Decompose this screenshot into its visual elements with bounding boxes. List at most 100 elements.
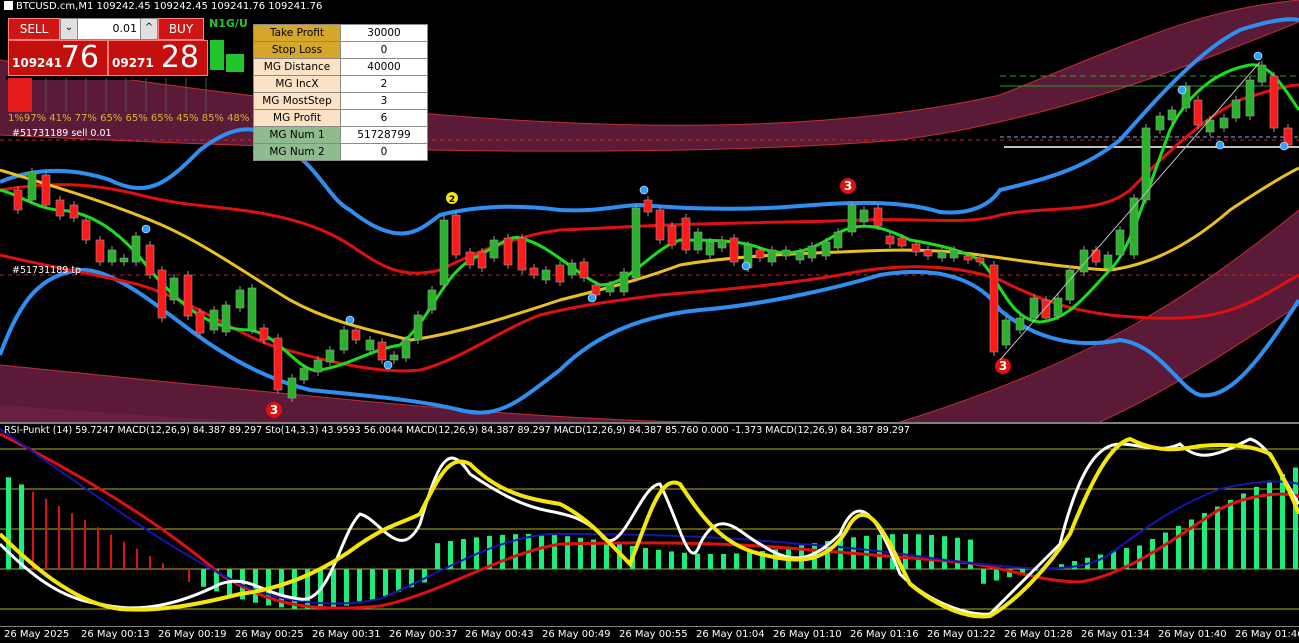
param-value[interactable]: 30000 [340,24,428,42]
candle-body [477,251,487,269]
signal-marker-label: 3 [270,403,278,417]
candle-body [1103,254,1113,269]
histogram-bar [539,534,544,569]
histogram-bar [383,569,388,597]
histogram-bar [565,536,570,569]
histogram-bar [669,551,674,569]
histogram-bar [370,569,375,600]
candle-body [1257,64,1267,83]
histogram-bar [1072,561,1077,569]
candle-body [885,235,895,245]
candle-body [529,267,539,276]
param-row: MG Profit 6 [253,109,428,127]
candle-body [767,249,777,263]
stochastic-signal-line [0,436,1299,619]
ea-parameters-table: Take Profit 30000 Stop Loss 0 MG Distance 400… [253,24,428,161]
candle-body [605,284,615,293]
candle-body [643,199,653,213]
candle-body [755,249,765,259]
histogram-bar [552,535,557,569]
param-key: MG IncX [253,75,341,93]
candle-body [989,264,999,353]
indicator-subwindow[interactable] [0,424,1299,626]
histogram-bar [344,569,349,606]
candle-body [427,289,437,311]
histogram-bar [1228,500,1233,569]
time-axis-label: 26 May 01:16 [850,629,919,640]
candle-body [1167,109,1177,121]
histogram-bar [110,534,112,569]
param-key: MG Distance [253,58,341,76]
histogram-bar [45,498,47,569]
candle-body [439,219,449,286]
histogram-bar [942,536,947,569]
candle-body [221,304,231,333]
param-value[interactable]: 0 [340,41,428,59]
candle-body [807,245,817,259]
histogram-bar [1163,532,1168,569]
param-key: Stop Loss [253,41,341,59]
candle-body [55,199,65,217]
lot-decrease-button[interactable]: ⌄ [61,19,78,39]
histogram-bar [500,534,505,569]
candle-body [81,219,91,241]
symbol-quote: BTCUSD.cm,M1 109242.45 109242.45 109241.… [16,1,323,12]
candle-body [705,241,715,256]
dot-marker [1279,141,1289,151]
buy-button[interactable]: BUY [158,18,204,40]
candle-body [209,309,219,331]
histogram-bar [123,541,125,569]
candle-body [859,209,869,223]
param-key: MG MostStep [253,92,341,110]
strength-percent-row: 1%97% 41% 77% 65% 65% 65% 45% 85% 48% [8,113,250,124]
time-axis-label: 26 May 01:28 [1004,629,1073,640]
param-row: Stop Loss 0 [253,41,428,59]
lot-size-field[interactable]: ⌄ 0.01 ^ [60,18,158,40]
time-axis-label: 26 May 00:37 [389,629,458,640]
param-key: MG Num 1 [253,126,341,144]
param-value[interactable]: 40000 [340,58,428,76]
level-lines [0,448,1299,610]
time-axis-label: 26 May 00:55 [619,629,688,640]
param-value[interactable]: 2 [340,75,428,93]
candle-body [365,339,375,351]
param-key: Take Profit [253,24,341,42]
time-axis-label: 26 May 01:10 [773,629,842,640]
histogram-bar [201,569,206,587]
strength-bars [6,40,252,112]
param-value[interactable]: 0 [340,143,428,161]
lot-increase-button[interactable]: ^ [140,19,157,39]
time-axis-label: 26 May 00:31 [312,629,381,640]
histogram-bar [734,553,739,569]
order-tp-label: #51731189 tp [12,265,82,276]
candle-body [1001,319,1011,346]
candle-body [541,269,551,281]
time-axis-label: 26 May 01:04 [696,629,765,640]
histogram-bar [58,505,60,569]
histogram-bar [695,553,700,569]
candle-body [1053,297,1063,317]
candle-body [567,262,577,276]
candle-body [299,367,309,381]
param-value[interactable]: 51728799 [340,126,428,144]
candle-body [555,264,565,283]
candle-body [693,231,703,251]
signal-marker: 2 [446,192,458,205]
histogram-bar [721,553,726,569]
dot-marker [383,360,393,370]
signal-marker-label: 3 [999,359,1007,373]
candle-body [1041,299,1051,319]
candle-body [1015,317,1025,331]
candle-body [287,377,297,399]
histogram-bar [331,569,336,608]
symbol-icon [4,1,13,10]
param-value[interactable]: 6 [340,109,428,127]
candle-body [27,171,37,201]
candle-body [1219,117,1229,129]
param-value[interactable]: 3 [340,92,428,110]
candle-body [325,349,335,363]
candle-body [781,249,791,257]
candle-body [377,341,387,361]
candle-body [195,311,205,334]
sell-button[interactable]: SELL [8,18,60,40]
